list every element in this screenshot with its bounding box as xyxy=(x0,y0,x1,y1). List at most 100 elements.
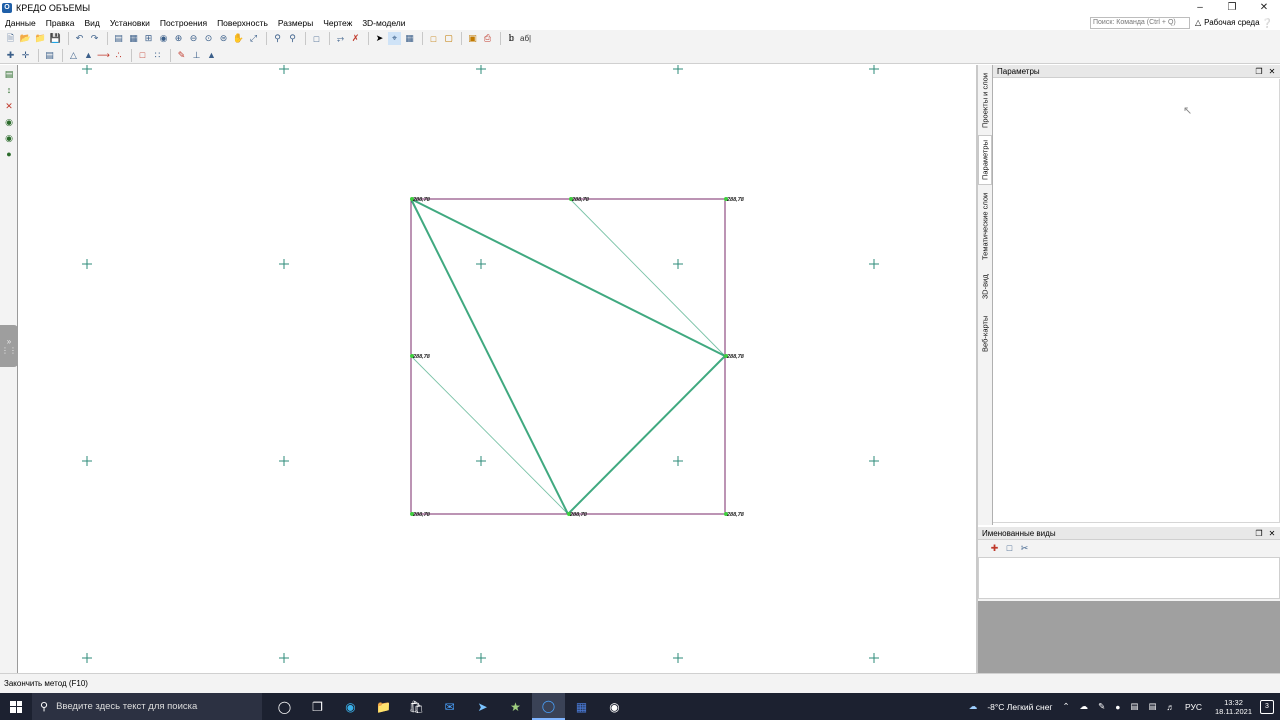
close-panel-icon[interactable]: ✕ xyxy=(1267,66,1277,76)
clock[interactable]: 13:32 18.11.2021 xyxy=(1215,698,1252,716)
drawing-canvas[interactable]: 288,78 288,78 288,78 288,78 288,78 288,78 288,… xyxy=(19,65,977,673)
command-search-input[interactable]: Поиск: Команда (Ctrl + Q) xyxy=(1090,17,1190,29)
menu-surface[interactable]: Поверхность xyxy=(212,18,273,28)
delete-tool-icon[interactable]: ✗ xyxy=(349,32,362,45)
save-icon[interactable]: 💾 xyxy=(49,32,62,45)
grid-settings-icon[interactable]: ▤ xyxy=(43,49,56,62)
tab-projects-layers[interactable]: Проекты и слои xyxy=(978,69,992,131)
tab-3d-view[interactable]: 3D-вид xyxy=(978,269,992,305)
zoom-out-icon[interactable]: ⊖ xyxy=(187,32,200,45)
start-button[interactable] xyxy=(0,693,32,720)
task-view-icon[interactable]: ❐ xyxy=(301,693,334,720)
redo-icon[interactable]: ↷ xyxy=(88,32,101,45)
menu-data[interactable]: Данные xyxy=(0,18,41,28)
layers-icon[interactable]: ▤ xyxy=(112,32,125,45)
weather-icon[interactable]: ☁ xyxy=(969,701,978,712)
nodes-icon[interactable]: ∷ xyxy=(151,49,164,62)
properties-icon[interactable]: ▦ xyxy=(127,32,140,45)
word-icon[interactable]: ▦ xyxy=(565,693,598,720)
weather-text[interactable]: -8°C Легкий снег xyxy=(987,702,1052,712)
cortana-icon[interactable]: ◯ xyxy=(268,693,301,720)
snap-grid-icon[interactable]: ▦ xyxy=(403,32,416,45)
minimize-icon[interactable]: – xyxy=(1184,0,1216,15)
add-view-icon[interactable]: ✚ xyxy=(988,542,1001,555)
layout-icon[interactable]: □ xyxy=(427,32,440,45)
pen-icon[interactable]: ✎ xyxy=(1098,701,1105,712)
find-icon[interactable]: ⚲ xyxy=(271,32,284,45)
volume-icon[interactable]: ▲ xyxy=(205,49,218,62)
measure-icon[interactable]: ⊥ xyxy=(190,49,203,62)
filter-tool-icon[interactable]: ◉ xyxy=(1,115,17,129)
close-icon[interactable]: ✕ xyxy=(1248,0,1280,15)
microphone-icon[interactable]: ● xyxy=(1115,702,1120,712)
contour-icon[interactable]: ⟶ xyxy=(97,49,110,62)
storage-icon[interactable]: ▤ xyxy=(1130,701,1138,712)
credo-volumes-icon[interactable]: ◯ xyxy=(532,693,565,720)
onedrive-icon[interactable]: ☁ xyxy=(1080,701,1089,712)
collapse-ribbon-icon[interactable]: △ xyxy=(1195,18,1201,27)
tab-thematic-layers[interactable]: Тематические слои xyxy=(978,189,992,263)
new-file-icon[interactable]: 🗎 xyxy=(4,32,17,45)
surface-icon[interactable]: ▲ xyxy=(82,49,95,62)
print-icon[interactable]: ⎙ xyxy=(481,32,494,45)
cancel-tool-icon[interactable]: ✕ xyxy=(1,99,17,113)
export-icon[interactable]: ▢ xyxy=(442,32,455,45)
named-views-list[interactable] xyxy=(978,557,1280,599)
select-tool-icon[interactable]: ⥅ xyxy=(334,32,347,45)
notifications-icon[interactable]: 3 xyxy=(1260,699,1274,714)
workspace-selector[interactable]: △ Рабочая среда ❔ xyxy=(1195,16,1273,29)
point-series-icon[interactable]: ✛ xyxy=(19,49,32,62)
menu-edit[interactable]: Правка xyxy=(41,18,80,28)
frame-icon[interactable]: □ xyxy=(310,32,323,45)
zoom-window-icon[interactable]: ⊙ xyxy=(202,32,215,45)
tray-expand-icon[interactable]: ⌃ xyxy=(1063,701,1070,712)
object-tool-icon[interactable]: ● xyxy=(1,147,17,161)
text-tool-label[interactable]: аб| xyxy=(520,34,531,43)
network-icon[interactable]: ▤ xyxy=(1148,701,1156,712)
tab-web-maps[interactable]: Веб-карты xyxy=(978,311,992,357)
taskbar-search[interactable]: ⚲ Введите здесь текст для поиска xyxy=(32,693,262,720)
pointer-icon[interactable]: ➤ xyxy=(373,32,386,45)
mail-icon[interactable]: ✉ xyxy=(433,693,466,720)
find-next-icon[interactable]: ⚲ xyxy=(286,32,299,45)
open-folder-icon[interactable]: 📂 xyxy=(19,32,32,45)
height-tool-icon[interactable]: ↕ xyxy=(1,83,17,97)
menu-view[interactable]: Вид xyxy=(79,18,104,28)
float-views-panel-icon[interactable]: ❐ xyxy=(1254,528,1264,538)
triangulation-icon[interactable]: △ xyxy=(67,49,80,62)
pan-hand-icon[interactable]: ✋ xyxy=(232,32,245,45)
credo-game-icon[interactable]: ★ xyxy=(499,693,532,720)
obs-icon[interactable]: ◉ xyxy=(598,693,631,720)
binoculars-icon[interactable]: ◉ xyxy=(157,32,170,45)
tab-parameters[interactable]: Параметры xyxy=(978,135,992,185)
add-point-icon[interactable]: ✚ xyxy=(4,49,17,62)
file-explorer-icon[interactable]: 📁 xyxy=(367,693,400,720)
region-icon[interactable]: □ xyxy=(136,49,149,62)
import-icon[interactable]: ⊞ xyxy=(142,32,155,45)
close-views-panel-icon[interactable]: ✕ xyxy=(1267,528,1277,538)
zoom-previous-icon[interactable]: ⊜ xyxy=(217,32,230,45)
volume-icon[interactable]: ♬ xyxy=(1166,702,1175,712)
open-project-icon[interactable]: 📁 xyxy=(34,32,47,45)
help-icon[interactable]: ❔ xyxy=(1262,18,1273,28)
language-indicator[interactable]: РУС xyxy=(1185,702,1202,712)
clear-format-icon[interactable]: 𝕓 xyxy=(505,32,518,45)
menu-dimensions[interactable]: Размеры xyxy=(273,18,318,28)
layer-tool-icon[interactable]: ▤ xyxy=(1,67,17,81)
menu-settings[interactable]: Установки xyxy=(105,18,155,28)
toolbar-grip-handle[interactable]: » ⋮⋮ xyxy=(0,325,18,367)
menu-3d-models[interactable]: 3D-модели xyxy=(357,18,410,28)
zoom-extents-icon[interactable]: ⤢ xyxy=(247,32,260,45)
undo-icon[interactable]: ↶ xyxy=(73,32,86,45)
snap-points-icon[interactable]: ⌖ xyxy=(388,32,401,45)
drawing-svg[interactable]: 288,78 288,78 288,78 288,78 288,78 288,78 288,… xyxy=(19,65,977,673)
rename-view-icon[interactable]: ✂ xyxy=(1018,542,1031,555)
remove-view-icon[interactable]: □ xyxy=(1003,542,1016,555)
menu-drawing[interactable]: Чертеж xyxy=(318,18,357,28)
store-icon[interactable]: 🛍 xyxy=(400,693,433,720)
restore-icon[interactable]: ❐ xyxy=(1216,0,1248,15)
edit-point-icon[interactable]: ✎ xyxy=(175,49,188,62)
zoom-in-icon[interactable]: ⊕ xyxy=(172,32,185,45)
group-tool-icon[interactable]: ◉ xyxy=(1,131,17,145)
edge-browser-icon[interactable]: ◉ xyxy=(334,693,367,720)
